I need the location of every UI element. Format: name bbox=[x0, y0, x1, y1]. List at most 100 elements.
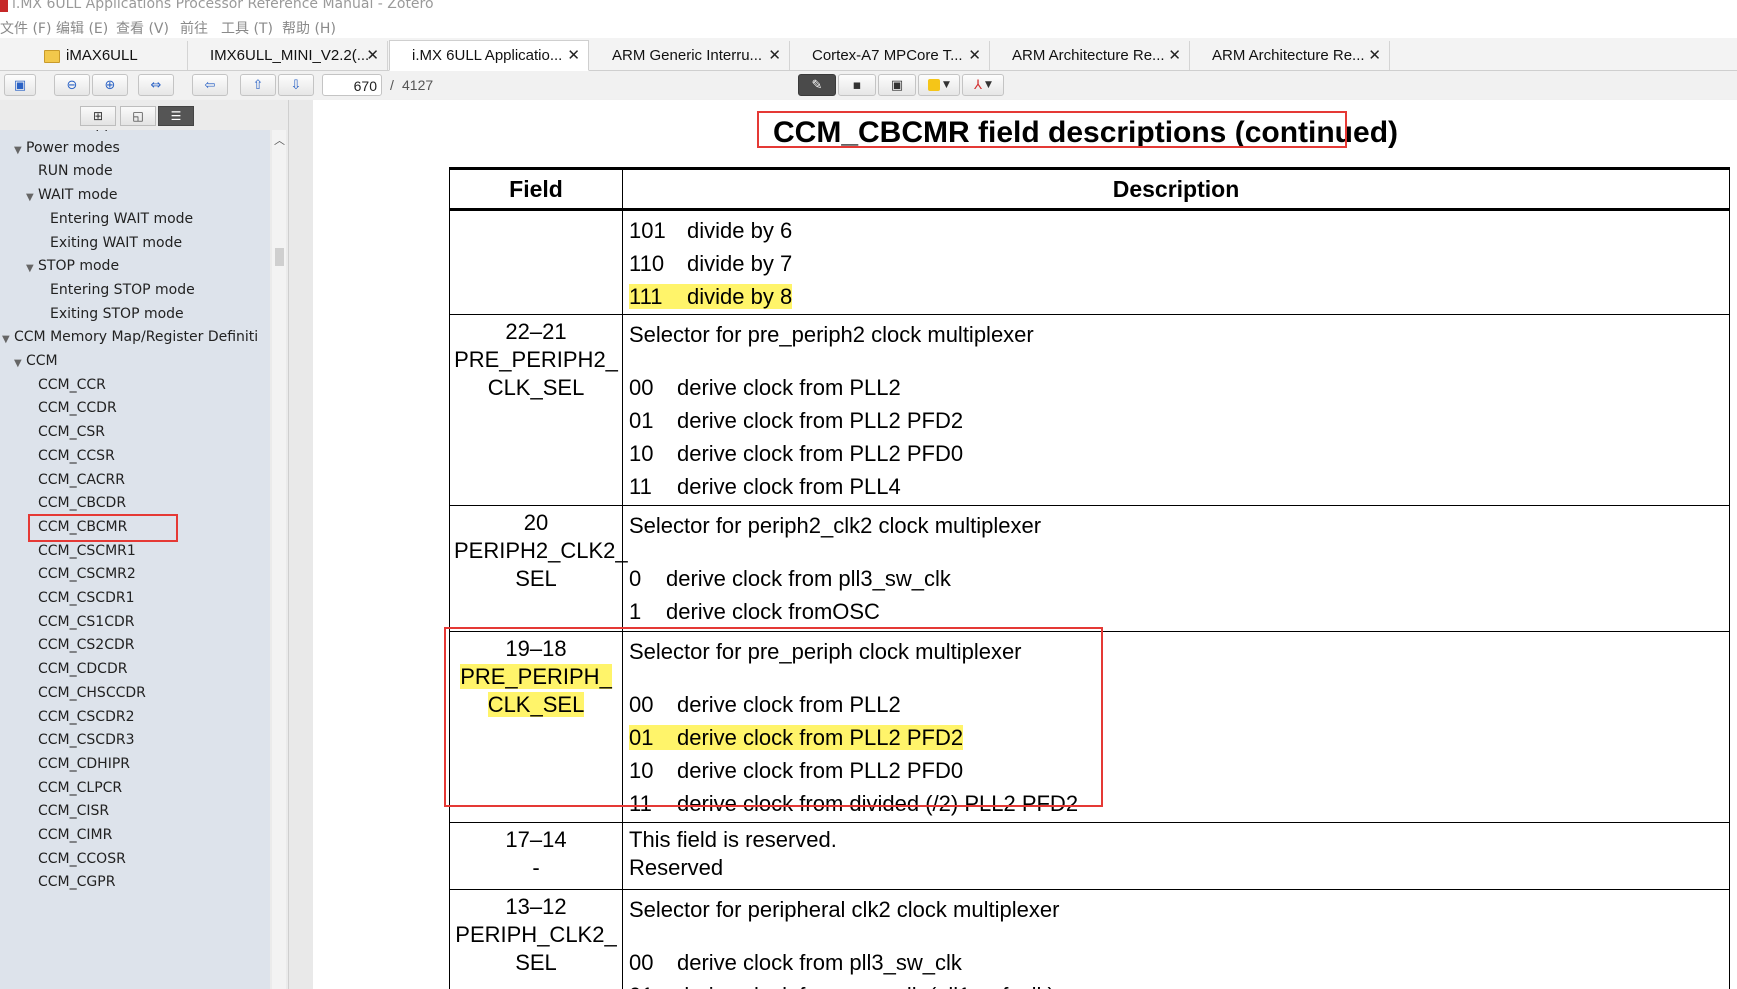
option-code: 00 bbox=[629, 375, 654, 400]
close-icon[interactable]: ✕ bbox=[1168, 46, 1181, 64]
outline-item[interactable]: CCM_CDHIPR bbox=[38, 756, 130, 772]
tab-document[interactable]: Cortex-A7 MPCore T... ✕ bbox=[790, 41, 990, 70]
outline-item[interactable]: CCM_CSCDR1 bbox=[38, 590, 134, 606]
note-tool-button[interactable]: ▪ bbox=[838, 74, 876, 96]
outline-item[interactable]: CCM_CCSR bbox=[38, 448, 115, 464]
zoom-out-button[interactable]: ⊖ bbox=[54, 74, 90, 96]
menu-tools[interactable]: 工具 (T) bbox=[221, 18, 273, 38]
close-icon[interactable]: ✕ bbox=[1368, 46, 1381, 64]
option-row: 00 derive clock from PLL2 bbox=[629, 371, 1723, 404]
expand-toggle-icon[interactable]: ▼ bbox=[26, 263, 34, 274]
expand-toggle-icon[interactable]: ▼ bbox=[2, 334, 10, 345]
chevron-up-icon[interactable]: ︿ bbox=[274, 132, 285, 148]
pdf-options-button[interactable]: ⅄ ▼ bbox=[962, 74, 1004, 96]
menu-edit[interactable]: 编辑 (E) bbox=[56, 18, 108, 38]
outline-scrollbar[interactable]: ︿ bbox=[272, 130, 286, 989]
outline-item[interactable]: CCM_CSCMR2 bbox=[38, 566, 136, 582]
outline-item[interactable]: CCM_CSCMR1 bbox=[38, 543, 136, 559]
option-text: divide by 6 bbox=[687, 218, 793, 243]
expand-toggle-icon[interactable]: ▼ bbox=[14, 358, 22, 369]
expand-toggle-icon[interactable]: ▼ bbox=[14, 145, 22, 156]
highlight-tool-button[interactable]: ✎ bbox=[798, 74, 836, 96]
close-icon[interactable]: ✕ bbox=[366, 46, 379, 64]
tab-document[interactable]: IMX6ULL_MINI_V2.2(... ✕ bbox=[188, 41, 388, 70]
tab-document[interactable]: ARM Generic Interru... ✕ bbox=[590, 41, 790, 70]
outline-item[interactable]: RUN mode bbox=[38, 163, 113, 179]
option-content: 11 derive clock from PLL4 bbox=[629, 474, 901, 499]
previous-page-button[interactable]: ⇧ bbox=[240, 74, 276, 96]
chevron-down-icon: ▼ bbox=[985, 80, 992, 90]
outline-item[interactable]: STOP mode bbox=[38, 258, 119, 274]
outline-item[interactable]: CCM_CBCDR bbox=[38, 495, 126, 511]
outline-item[interactable]: CCM_CIMR bbox=[38, 827, 112, 843]
close-icon[interactable]: ✕ bbox=[768, 46, 781, 64]
outline-item[interactable]: WAIT mode bbox=[38, 187, 118, 203]
outline-item[interactable]: CCM Memory Map/Register Definiti bbox=[14, 329, 258, 345]
outline-item[interactable]: CCM bbox=[26, 353, 58, 369]
outline-item[interactable]: CCM_CDCDR bbox=[38, 661, 127, 677]
table-row: 17–14 - This field is reserved. Reserved bbox=[449, 822, 1730, 890]
sidebar-view-switcher: ⊞ ◱ ☰ bbox=[0, 100, 288, 130]
tab-label: i.MX 6ULL Applicatio... bbox=[412, 47, 563, 64]
outline-item[interactable]: Entering STOP mode bbox=[50, 282, 195, 298]
next-page-button[interactable]: ⇩ bbox=[278, 74, 314, 96]
toggle-sidebar-button[interactable]: ▣ bbox=[4, 74, 36, 96]
zoom-out-icon: ⊖ bbox=[66, 77, 78, 93]
page-separator: / bbox=[390, 77, 394, 93]
outline-item[interactable]: CCM_CACRR bbox=[38, 472, 125, 488]
close-icon[interactable]: ✕ bbox=[968, 46, 981, 64]
outline-item[interactable]: Entering WAIT mode bbox=[50, 211, 193, 227]
area-tool-button[interactable]: ▣ bbox=[878, 74, 916, 96]
outline-item[interactable]: CCM_CCOSR bbox=[38, 851, 126, 867]
menu-view[interactable]: 查看 (V) bbox=[116, 18, 169, 38]
tab-document[interactable]: ARM Architecture Re... ✕ bbox=[1190, 41, 1390, 70]
color-picker-button[interactable]: ▼ bbox=[918, 74, 960, 96]
option-code: 0 bbox=[629, 566, 642, 591]
outline-item[interactable]: CCM_CSCDR3 bbox=[38, 732, 134, 748]
outline-item[interactable]: Power modes bbox=[26, 140, 120, 156]
outline-item[interactable]: CCM_CS2CDR bbox=[38, 637, 134, 653]
outline-item[interactable]: CCM_CCR bbox=[38, 377, 106, 393]
back-button[interactable]: ⇦ bbox=[192, 74, 228, 96]
zoom-in-button[interactable]: ⊕ bbox=[92, 74, 128, 96]
sidebar: ⊞ ◱ ☰ DVFS support ▼ Power modes RUN mode ▼ W… bbox=[0, 100, 289, 989]
description-cell: Selector for pre_periph2 clock multiplex… bbox=[622, 314, 1730, 506]
option-content: 00 derive clock from pll3_sw_clk bbox=[629, 950, 962, 975]
window-title: i.MX 6ULL Applications Processor Referen… bbox=[12, 0, 434, 12]
outline-item[interactable]: CCM_CSR bbox=[38, 424, 105, 440]
outline-item[interactable]: DVFS support bbox=[38, 130, 133, 132]
outline-item[interactable]: CCM_CLPCR bbox=[38, 780, 122, 796]
thumbnails-view-button[interactable]: ⊞ bbox=[80, 106, 116, 126]
row-annotation-box bbox=[444, 627, 1103, 807]
field-cell: 17–14 - bbox=[449, 822, 623, 890]
outline-item[interactable]: CCM_CCDR bbox=[38, 400, 117, 416]
zotero-app-icon bbox=[0, 0, 8, 12]
outline-item[interactable]: CCM_CSCDR2 bbox=[38, 709, 134, 725]
scroll-thumb[interactable] bbox=[275, 248, 284, 266]
outline-view-button[interactable]: ☰ bbox=[158, 106, 194, 126]
tab-document[interactable]: ARM Architecture Re... ✕ bbox=[990, 41, 1190, 70]
tab-library[interactable]: iMAX6ULL bbox=[0, 41, 188, 70]
outline-item[interactable]: Exiting WAIT mode bbox=[50, 235, 182, 251]
menu-help[interactable]: 帮助 (H) bbox=[282, 18, 336, 38]
outline-item[interactable]: Exiting STOP mode bbox=[50, 306, 184, 322]
option-content: 101 divide by 6 bbox=[629, 218, 792, 243]
outline-item[interactable]: CCM_CS1CDR bbox=[38, 614, 134, 630]
field-name: SEL bbox=[515, 950, 557, 975]
close-icon[interactable]: ✕ bbox=[567, 46, 580, 64]
outline-item[interactable]: CCM_CGPR bbox=[38, 874, 115, 890]
page-number-input[interactable]: 670 bbox=[322, 74, 382, 96]
description-cell: Selector for peripheral clk2 clock multi… bbox=[622, 889, 1730, 989]
outline-item[interactable]: CCM_CISR bbox=[38, 803, 109, 819]
option-content: 00 derive clock from PLL2 bbox=[629, 375, 901, 400]
expand-toggle-icon[interactable]: ▼ bbox=[26, 192, 34, 203]
zoom-fit-button[interactable]: ⇔ bbox=[138, 74, 174, 96]
menu-file[interactable]: 文件 (F) bbox=[0, 18, 51, 38]
highlighted-text: 111 divide by 8 bbox=[629, 284, 793, 309]
tab-document-active[interactable]: i.MX 6ULL Applicatio... ✕ bbox=[389, 40, 589, 71]
menu-go[interactable]: 前往 bbox=[180, 18, 208, 38]
option-code: 01 bbox=[629, 979, 677, 989]
option-content: 01 derive clock from PLL2 PFD2 bbox=[629, 408, 963, 433]
annotations-view-button[interactable]: ◱ bbox=[120, 106, 156, 126]
outline-item[interactable]: CCM_CHSCCDR bbox=[38, 685, 146, 701]
